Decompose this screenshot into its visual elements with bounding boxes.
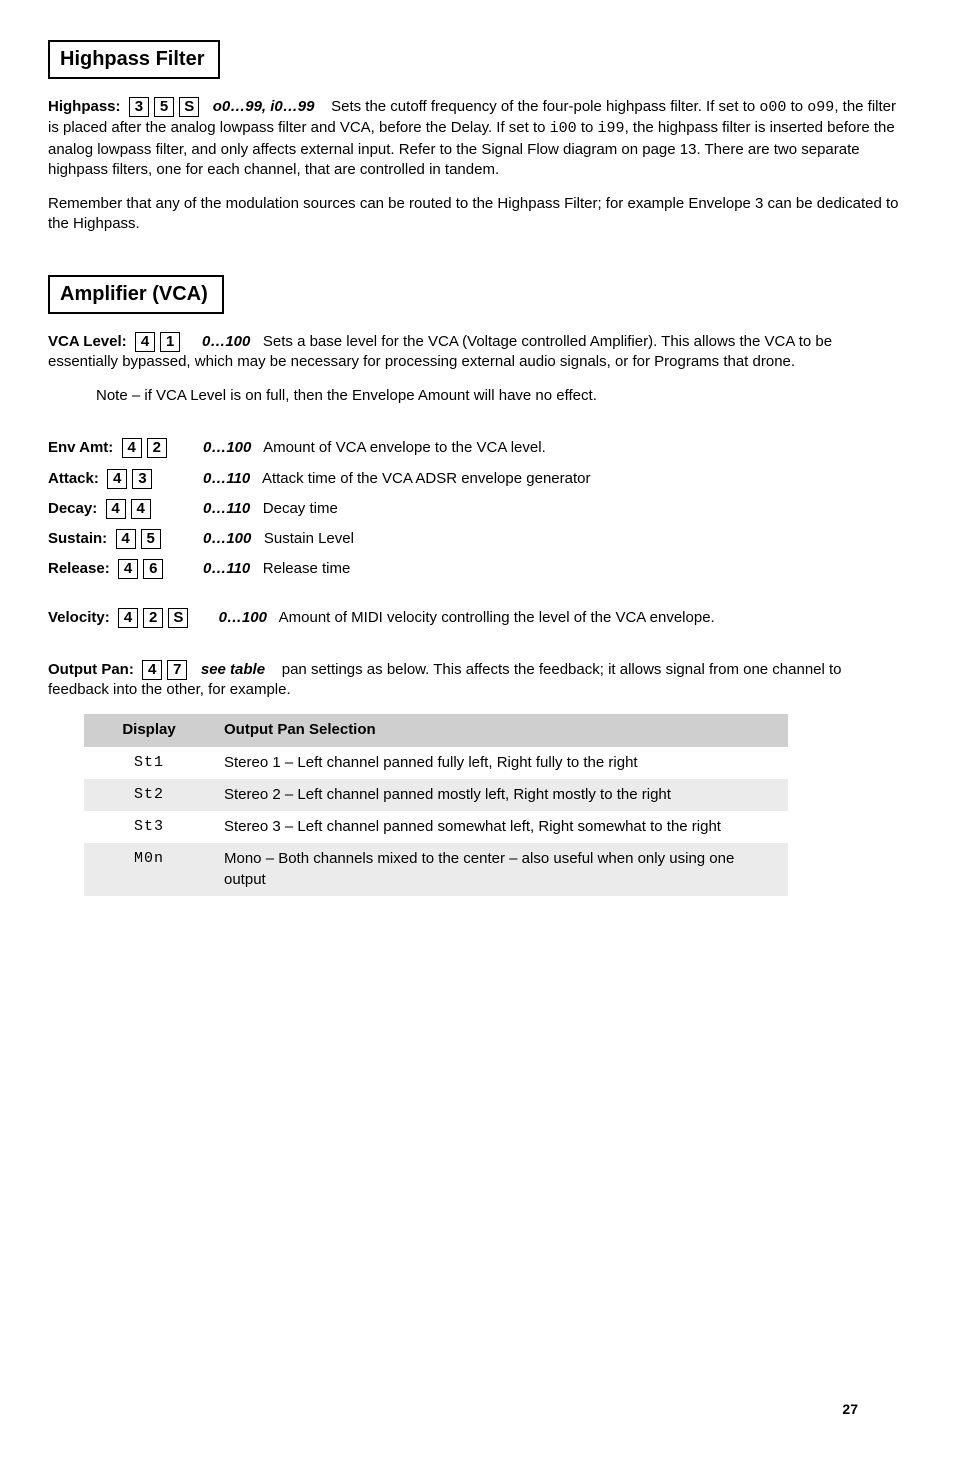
param-label: Sustain: — [48, 530, 107, 547]
key: 6 — [143, 559, 163, 579]
text: Sets the cutoff frequency of the four-po… — [331, 98, 759, 115]
param-label: VCA Level: — [48, 333, 127, 350]
param-range: 0…100 — [219, 609, 267, 626]
key-4: 4 — [142, 660, 162, 680]
param-range: 0…100 — [202, 333, 250, 350]
key-7: 7 — [167, 660, 187, 680]
param-row: Decay: 4 4 0…110 Decay time — [48, 499, 906, 519]
param-range: 0…110 — [203, 470, 250, 487]
table-header-display: Display — [84, 714, 214, 746]
param-label: Highpass: — [48, 98, 121, 115]
key: 4 — [131, 499, 151, 519]
key-s: S — [179, 97, 199, 117]
key: 3 — [132, 469, 152, 489]
key: 4 — [107, 469, 127, 489]
key: 4 — [116, 529, 136, 549]
section-header-amplifier: Amplifier (VCA) — [48, 275, 224, 314]
param-range: o0…99, i0…99 — [213, 98, 315, 115]
param-desc: Amount of VCA envelope to the VCA level. — [263, 439, 546, 456]
key-3: 3 — [129, 97, 149, 117]
param-label: Attack: — [48, 470, 99, 487]
param-row: Env Amt: 4 2 0…100 Amount of VCA envelope… — [48, 438, 906, 458]
section-title: Highpass Filter — [60, 48, 204, 70]
display-desc: Mono – Both channels mixed to the center… — [214, 843, 788, 896]
table-row: M0nMono – Both channels mixed to the cen… — [84, 843, 788, 896]
param-label: Output Pan: — [48, 661, 134, 678]
param-range: 0…100 — [203, 530, 251, 547]
key-1: 1 — [160, 332, 180, 352]
output-pan-paragraph: Output Pan: 4 7 see table pan settings a… — [48, 660, 906, 701]
key-s: S — [168, 608, 188, 628]
param-desc: Release time — [263, 560, 351, 577]
display-value: St1 — [84, 747, 214, 779]
text: to — [577, 119, 598, 136]
param-range: 0…110 — [203, 500, 250, 517]
output-pan-table: Display Output Pan Selection St1Stereo 1… — [84, 714, 788, 896]
velocity-paragraph: Velocity: 4 2 S 0…100 Amount of MIDI vel… — [48, 608, 906, 628]
table-row: St2Stereo 2 – Left channel panned mostly… — [84, 779, 788, 811]
param-label: Decay: — [48, 500, 97, 517]
display-desc: Stereo 3 – Left channel panned somewhat … — [214, 811, 788, 843]
key: 4 — [118, 559, 138, 579]
display-desc: Stereo 2 – Left channel panned mostly le… — [214, 779, 788, 811]
page-number: 27 — [842, 1400, 858, 1419]
code: i99 — [598, 120, 625, 137]
key-4: 4 — [118, 608, 138, 628]
table-header-selection: Output Pan Selection — [214, 714, 788, 746]
text: Amount of MIDI velocity controlling the … — [279, 609, 715, 626]
param-label: Env Amt: — [48, 439, 113, 456]
param-row: Release: 4 6 0…110 Release time — [48, 559, 906, 579]
section-header-highpass: Highpass Filter — [48, 40, 220, 79]
key: 2 — [147, 438, 167, 458]
code: o00 — [759, 99, 786, 116]
key: 4 — [122, 438, 142, 458]
highpass-paragraph: Highpass: 3 5 S o0…99, i0…99 Sets the cu… — [48, 97, 906, 180]
param-desc: Decay time — [263, 500, 338, 517]
key: 5 — [141, 529, 161, 549]
table-row: St1Stereo 1 – Left channel panned fully … — [84, 747, 788, 779]
display-value: St3 — [84, 811, 214, 843]
param-desc: Attack time of the VCA ADSR envelope gen… — [262, 470, 591, 487]
param-label: Velocity: — [48, 609, 110, 626]
section-title: Amplifier (VCA) — [60, 283, 208, 305]
vca-note: Note – if VCA Level is on full, then the… — [96, 386, 906, 406]
param-label: Release: — [48, 560, 110, 577]
param-desc: Sustain Level — [264, 530, 354, 547]
key-5: 5 — [154, 97, 174, 117]
highpass-note: Remember that any of the modulation sour… — [48, 194, 906, 235]
display-value: St2 — [84, 779, 214, 811]
text: to — [786, 98, 807, 115]
param-range: 0…110 — [203, 560, 250, 577]
key: 4 — [106, 499, 126, 519]
display-value: M0n — [84, 843, 214, 896]
param-range: 0…100 — [203, 439, 251, 456]
display-desc: Stereo 1 – Left channel panned fully lef… — [214, 747, 788, 779]
table-row: St3Stereo 3 – Left channel panned somewh… — [84, 811, 788, 843]
vca-paragraph: VCA Level: 4 1 0…100 Sets a base level f… — [48, 332, 906, 373]
code: i00 — [550, 120, 577, 137]
param-row: Sustain: 4 5 0…100 Sustain Level — [48, 529, 906, 549]
code: o99 — [807, 99, 834, 116]
key-2: 2 — [143, 608, 163, 628]
param-range: see table — [201, 661, 265, 678]
key-4: 4 — [135, 332, 155, 352]
param-row: Attack: 4 3 0…110 Attack time of the VCA … — [48, 469, 906, 489]
